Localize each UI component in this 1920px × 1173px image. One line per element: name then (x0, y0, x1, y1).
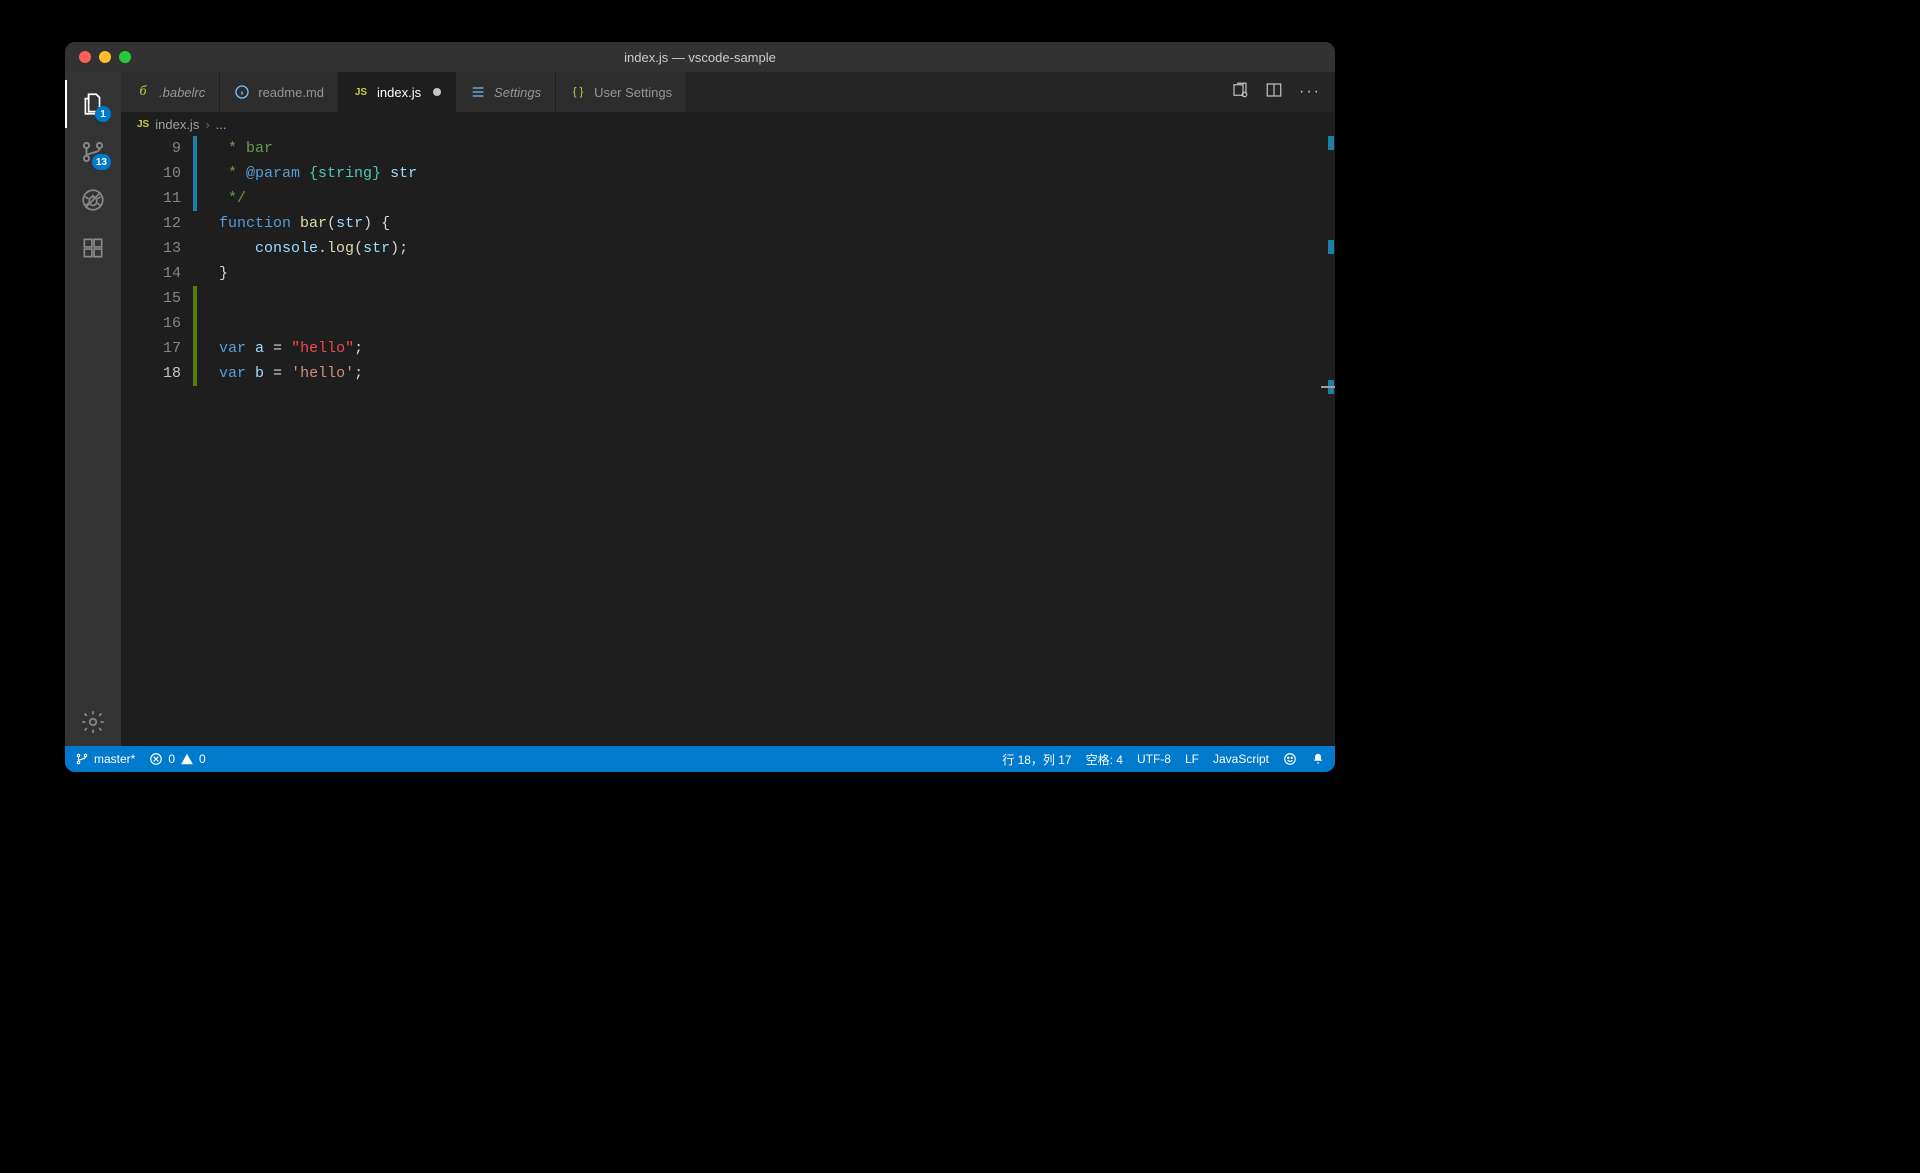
warning-icon (180, 752, 194, 766)
code-line[interactable]: */ (219, 186, 1321, 211)
line-number: 16 (121, 311, 181, 336)
activity-extensions[interactable] (65, 224, 121, 272)
ruler-cursor-mark (1321, 386, 1335, 388)
split-editor-icon[interactable] (1265, 81, 1283, 104)
tab-user-settings[interactable]: { } User Settings (556, 72, 687, 112)
gear-icon (80, 709, 106, 735)
line-number: 18 (121, 361, 181, 386)
dirty-indicator-icon (433, 88, 441, 96)
tab-bar: б .babelrc readme.md JS index.js Settings { } U… (121, 72, 1335, 112)
info-icon (234, 84, 250, 100)
activity-debug[interactable] (65, 176, 121, 224)
tab-index-js[interactable]: JS index.js (339, 72, 456, 112)
explorer-badge: 1 (95, 106, 111, 122)
code-line[interactable] (219, 311, 1321, 336)
line-number: 10 (121, 161, 181, 186)
code-line[interactable]: } (219, 261, 1321, 286)
editor-region: б .babelrc readme.md JS index.js Settings { } U… (121, 72, 1335, 746)
activity-settings[interactable] (65, 698, 121, 746)
window-minimize-button[interactable] (99, 51, 111, 63)
status-language[interactable]: JavaScript (1213, 752, 1269, 766)
tab-label: readme.md (258, 85, 324, 100)
line-number: 9 (121, 136, 181, 161)
line-number: 17 (121, 336, 181, 361)
extensions-icon (80, 235, 106, 261)
code-editor[interactable]: 9101112131415161718 * bar * @param {stri… (121, 136, 1335, 746)
code-line[interactable]: console.log(str); (219, 236, 1321, 261)
activity-source-control[interactable]: 13 (65, 128, 121, 176)
open-changes-icon[interactable] (1231, 81, 1249, 104)
smiley-icon (1283, 752, 1297, 766)
warning-count: 0 (199, 752, 206, 766)
window-title: index.js — vscode-sample (65, 50, 1335, 65)
js-file-icon: JS (353, 84, 369, 100)
more-actions-icon[interactable]: ··· (1299, 83, 1321, 101)
tab-actions: ··· (1217, 72, 1335, 112)
no-bug-icon (80, 187, 106, 213)
status-encoding[interactable]: UTF-8 (1137, 752, 1171, 766)
tab-readme-md[interactable]: readme.md (220, 72, 339, 112)
breadcrumb[interactable]: JS index.js › ... (121, 112, 1335, 136)
status-bar: master* 0 0 行 18，列 17 空格: 4 UTF (65, 746, 1335, 772)
traffic-lights (65, 51, 131, 63)
overview-ruler[interactable] (1321, 136, 1335, 746)
tab-settings[interactable]: Settings (456, 72, 556, 112)
breadcrumb-separator: › (205, 117, 209, 132)
braces-icon: { } (570, 84, 586, 100)
ruler-change-mark (1328, 240, 1334, 254)
code-line[interactable]: function bar(str) { (219, 211, 1321, 236)
breadcrumb-file: index.js (155, 117, 199, 132)
app-window: index.js — vscode-sample 1 13 (65, 42, 1335, 772)
activity-bar: 1 13 (65, 72, 121, 746)
babel-icon: б (135, 84, 151, 100)
status-cursor-position[interactable]: 行 18，列 17 (1002, 751, 1071, 768)
code-line[interactable]: var b = 'hello'; (219, 361, 1321, 386)
code-line[interactable]: var a = "hello"; (219, 336, 1321, 361)
tab-label: User Settings (594, 85, 672, 100)
tab-label: .babelrc (159, 85, 205, 100)
titlebar: index.js — vscode-sample (65, 42, 1335, 72)
line-number: 13 (121, 236, 181, 261)
line-number: 11 (121, 186, 181, 211)
line-number: 12 (121, 211, 181, 236)
window-close-button[interactable] (79, 51, 91, 63)
tab-label: index.js (377, 85, 421, 100)
status-branch[interactable]: master* (75, 752, 135, 766)
settings-lines-icon (470, 84, 486, 100)
line-number-gutter: 9101112131415161718 (121, 136, 191, 746)
scm-badge: 13 (92, 154, 111, 170)
line-number: 14 (121, 261, 181, 286)
code-content[interactable]: * bar * @param {string} str */function b… (191, 136, 1321, 746)
code-line[interactable]: * @param {string} str (219, 161, 1321, 186)
error-count: 0 (168, 752, 175, 766)
activity-explorer[interactable]: 1 (65, 80, 121, 128)
branch-name: master* (94, 752, 135, 766)
line-number: 15 (121, 286, 181, 311)
status-problems[interactable]: 0 0 (149, 752, 205, 766)
breadcrumb-rest: ... (216, 117, 227, 132)
bell-icon (1311, 752, 1325, 766)
ruler-change-mark (1328, 136, 1334, 150)
code-line[interactable]: * bar (219, 136, 1321, 161)
git-branch-icon (75, 752, 89, 766)
code-line[interactable] (219, 286, 1321, 311)
js-file-icon: JS (137, 119, 149, 130)
window-zoom-button[interactable] (119, 51, 131, 63)
tab--babelrc[interactable]: б .babelrc (121, 72, 220, 112)
status-eol[interactable]: LF (1185, 752, 1199, 766)
error-icon (149, 752, 163, 766)
status-notifications[interactable] (1311, 752, 1325, 766)
status-feedback[interactable] (1283, 752, 1297, 766)
tab-label: Settings (494, 85, 541, 100)
status-indent[interactable]: 空格: 4 (1086, 751, 1123, 768)
